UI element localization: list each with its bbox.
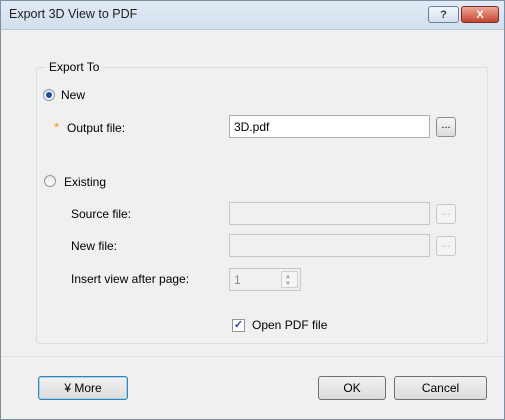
insert-after-page-spinner[interactable]: 1 ▲ ▼ <box>229 268 301 291</box>
insert-after-page-value: 1 <box>234 273 241 287</box>
export-3d-dialog: Export 3D View to PDF ? X Export To New … <box>0 0 505 420</box>
new-file-input[interactable] <box>229 234 430 257</box>
footer-divider <box>1 356 504 357</box>
output-file-browse-button[interactable]: ... <box>436 117 456 137</box>
new-file-label: New file: <box>71 239 118 253</box>
close-icon: X <box>476 8 484 21</box>
source-file-label: Source file: <box>71 207 132 221</box>
title-bar: Export 3D View to PDF ? X <box>1 1 504 30</box>
new-file-browse-button[interactable]: ... <box>436 236 456 256</box>
output-file-label: Output file: <box>67 121 126 135</box>
source-file-browse-button[interactable]: ... <box>436 204 456 224</box>
cancel-button[interactable]: Cancel <box>394 376 487 400</box>
output-file-input[interactable] <box>229 115 430 138</box>
export-to-legend: Export To <box>46 60 103 74</box>
window-title: Export 3D View to PDF <box>9 7 138 21</box>
new-radio-label[interactable]: New <box>61 88 85 102</box>
open-pdf-checkbox[interactable]: ✓ <box>232 319 245 332</box>
source-file-input[interactable] <box>229 202 430 225</box>
insert-after-label: Insert view after page: <box>71 272 190 286</box>
new-radio[interactable] <box>43 89 55 101</box>
spin-down-icon: ▼ <box>285 281 291 287</box>
help-icon: ? <box>440 8 447 21</box>
existing-radio-label[interactable]: Existing <box>64 175 106 189</box>
more-button[interactable]: ¥ More <box>38 376 128 400</box>
spinner-arrows[interactable]: ▲ ▼ <box>281 271 298 288</box>
help-button[interactable]: ? <box>428 6 459 23</box>
spin-up-icon: ▲ <box>285 274 291 280</box>
ok-button[interactable]: OK <box>318 376 386 400</box>
close-button[interactable]: X <box>461 6 499 23</box>
radio-selected-dot <box>46 92 52 98</box>
existing-radio[interactable] <box>44 175 56 187</box>
open-pdf-label[interactable]: Open PDF file <box>252 318 327 332</box>
required-star-icon: * <box>54 119 60 135</box>
